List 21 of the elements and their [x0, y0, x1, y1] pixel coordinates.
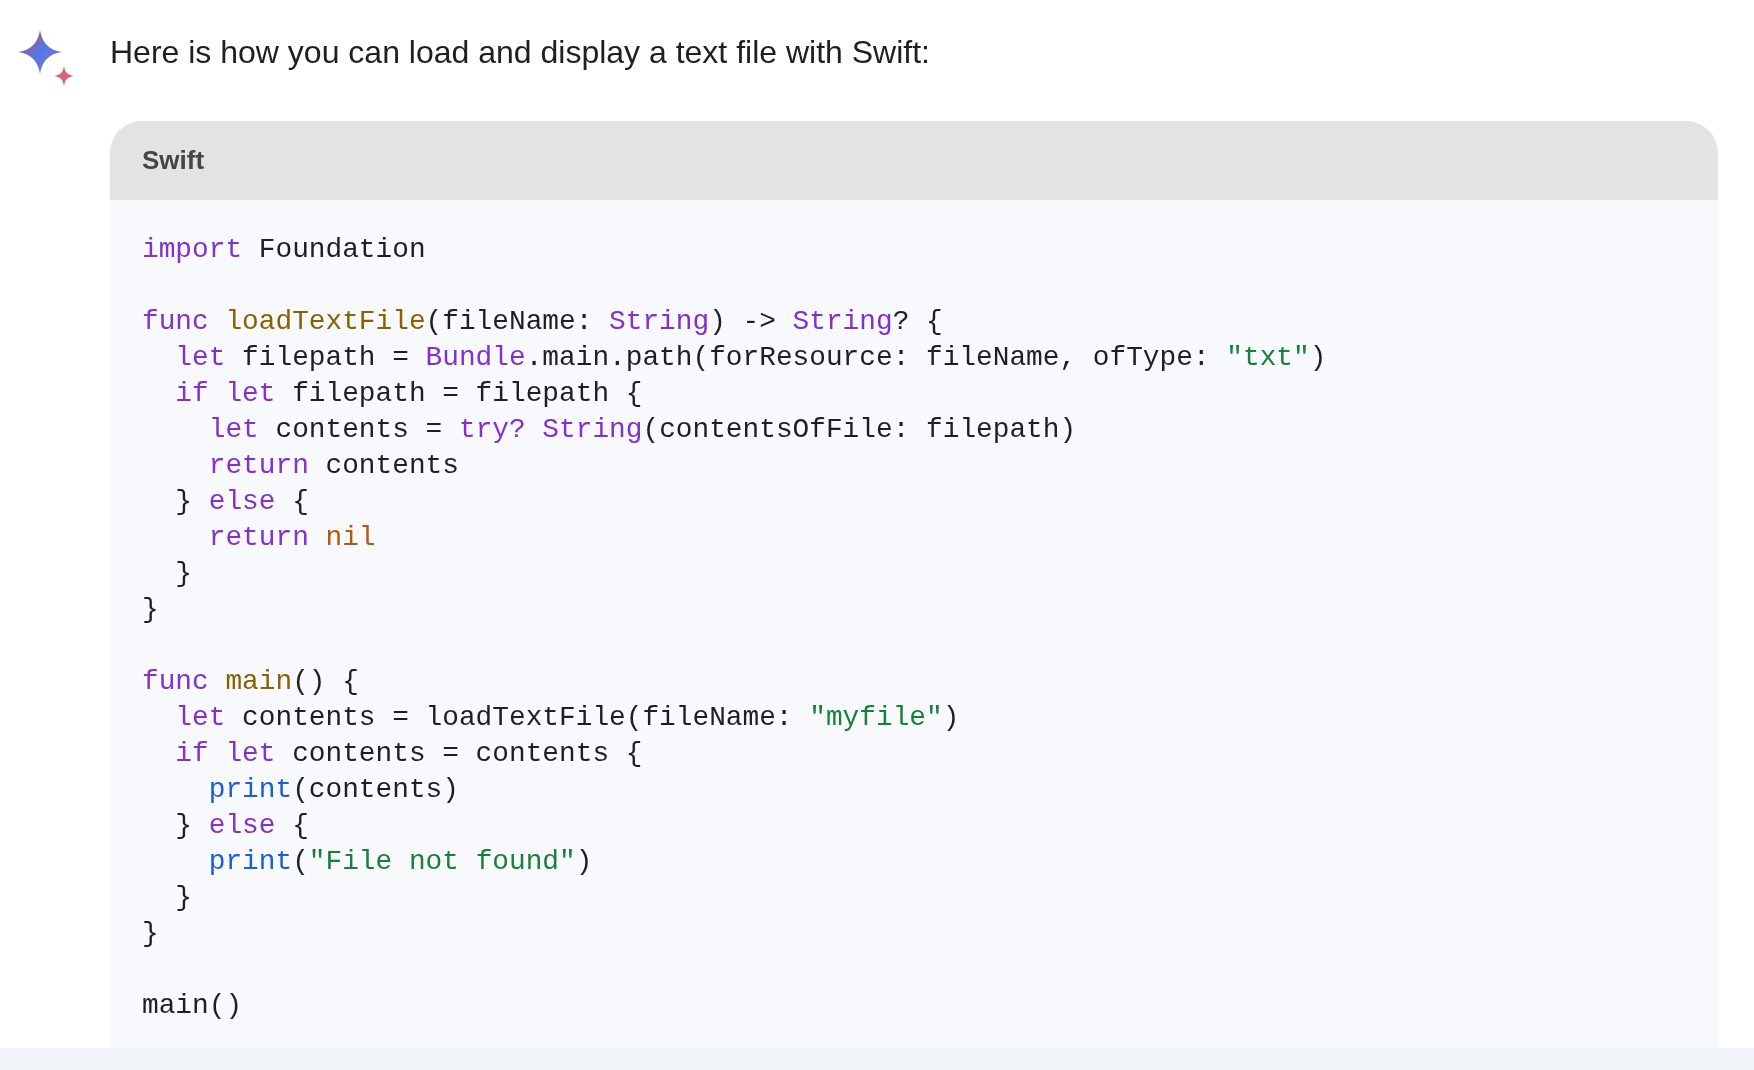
code-line: let contents = loadTextFile(fileName: "myfile")	[174, 701, 960, 735]
code-line: func main() {	[142, 665, 359, 699]
code-line: main()	[142, 989, 243, 1023]
code-line: import Foundation	[142, 233, 426, 267]
code-line: return nil	[207, 521, 376, 555]
code-line: print("File not found")	[207, 845, 593, 879]
code-line: if let filepath = filepath {	[174, 377, 643, 411]
code-line: func loadTextFile(fileName: String) -> String? {	[142, 305, 943, 339]
code-line: }	[174, 881, 193, 915]
code-line: if let contents = contents {	[174, 737, 643, 771]
response-text: Here is how you can load and display a text file with Swift:	[110, 33, 930, 71]
code-line: } else {	[174, 485, 309, 519]
code-line: let contents = try? String(contentsOfFile: filepath)	[207, 413, 1077, 447]
code-line: print(contents)	[207, 773, 459, 807]
code-line: }	[174, 557, 193, 591]
code-line: let filepath = Bundle.main.path(forResource: fileName, ofType: "txt")	[174, 341, 1327, 375]
code-line: } else {	[174, 809, 309, 843]
code-line: }	[142, 593, 159, 627]
code-line: }	[142, 917, 159, 951]
language-label: Swift	[142, 145, 205, 176]
code-line: return contents	[207, 449, 459, 483]
